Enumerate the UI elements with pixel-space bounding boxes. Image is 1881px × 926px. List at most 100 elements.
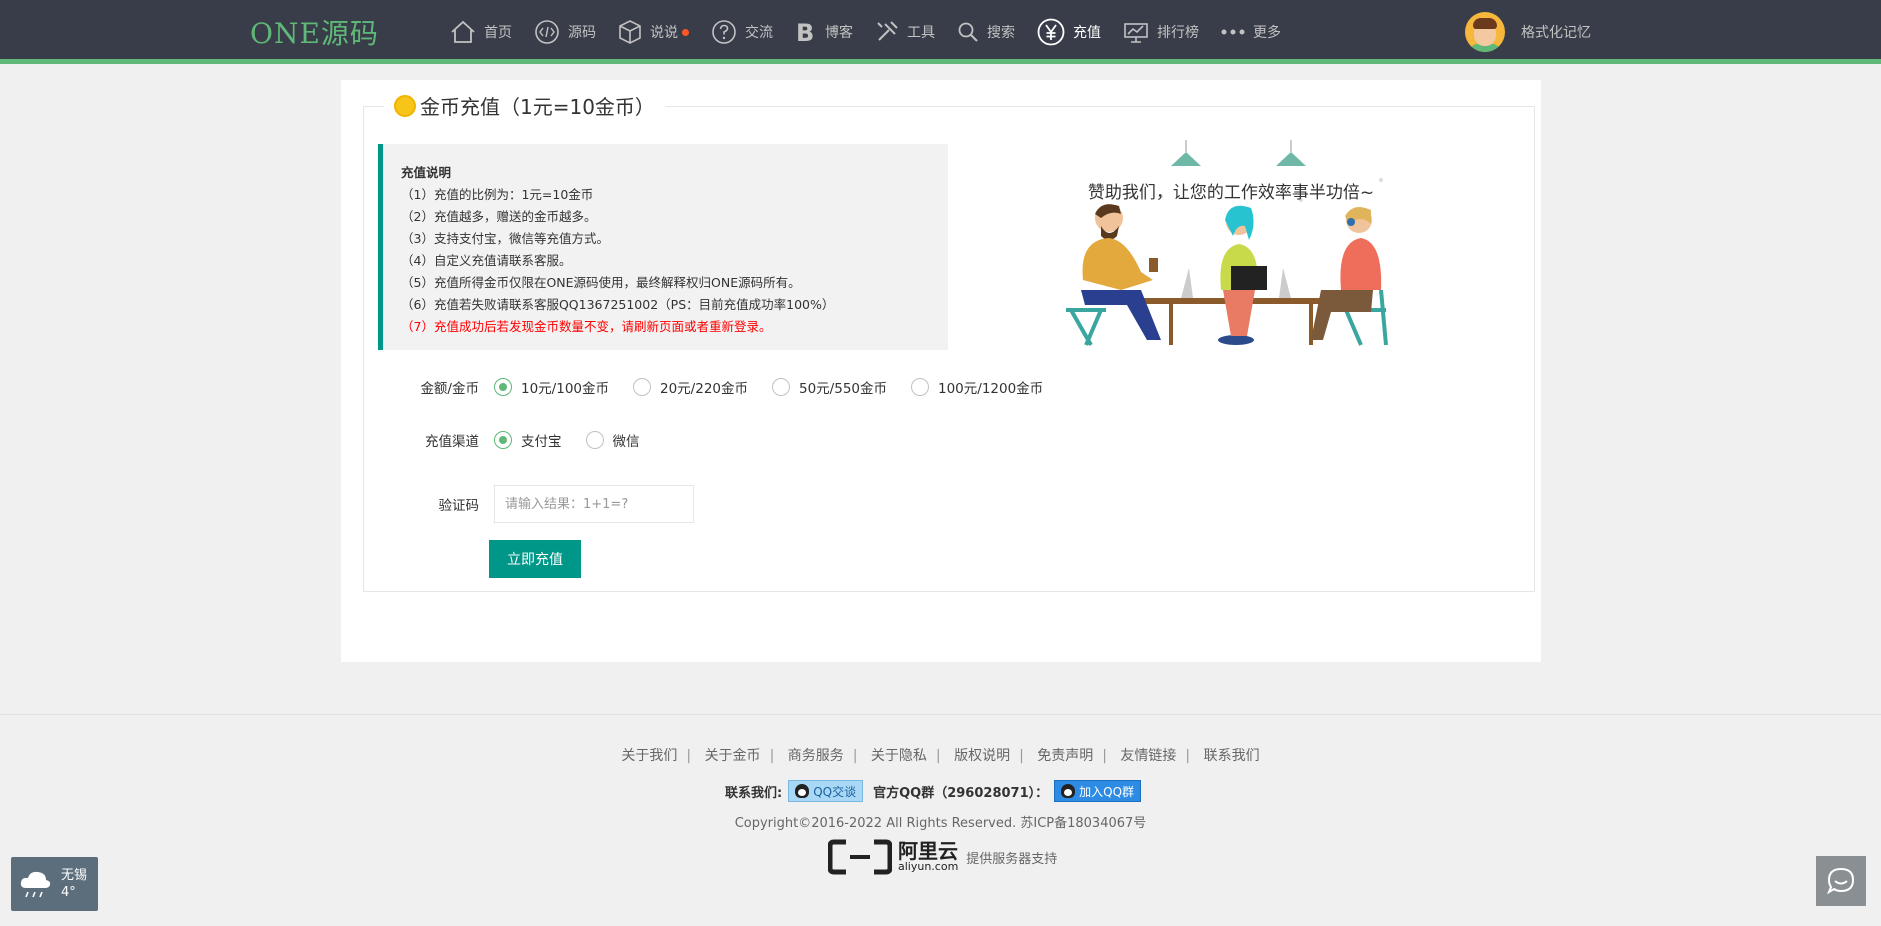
nav-label: 充值 <box>1073 25 1101 41</box>
footer-links: 关于我们 | 关于金币 | 商务服务 | 关于隐私 | 版权说明 | 免责声明 | 友情链接… <box>621 748 1260 764</box>
notice-item: （4）自定义充值请联系客服。 <box>401 253 572 268</box>
notice-warning: （7）充值成功后若发现金币数量不变，请刷新页面或者重新登录。 <box>401 319 772 334</box>
copyright: Copyright©2016-2022 All Rights Reserved.… <box>734 816 1147 831</box>
yen-icon <box>1037 18 1065 46</box>
notice-item: （5）充值所得金币仅限在ONE源码使用，最终解释权归ONE源码所有。 <box>401 275 801 290</box>
amount-option[interactable]: 20元/220金币 <box>633 377 748 397</box>
radio-unchecked-icon[interactable] <box>772 378 790 396</box>
nav-blog[interactable]: B 博客 <box>795 0 853 64</box>
search-icon <box>958 22 978 42</box>
qq-group-label: 官方QQ群（296028071）： <box>873 785 1049 801</box>
nav-label: 博客 <box>825 25 853 41</box>
top-header: ONE源码 首页 源码 说说 交流 B 博客 工具 搜索 充值 排行榜 更多 格… <box>0 0 1881 64</box>
join-qq-group-label: 加入QQ群 <box>1079 784 1135 799</box>
tools-icon <box>877 21 898 41</box>
team-working-illustration <box>1066 140 1388 346</box>
captcha-input[interactable] <box>494 485 694 523</box>
radio-unchecked-icon[interactable] <box>633 378 651 396</box>
footer-link[interactable]: 友情链接 <box>1120 748 1176 764</box>
footer-link[interactable]: 免责声明 <box>1037 748 1093 764</box>
channel-option-wechat[interactable]: 微信 <box>585 430 640 450</box>
submit-recharge-button[interactable]: 立即充值 <box>489 540 581 578</box>
nav-label: 工具 <box>907 25 935 41</box>
join-qq-group-button[interactable]: 加入QQ群 <box>1054 780 1142 802</box>
radio-checked-icon[interactable] <box>494 378 512 396</box>
radio-unchecked-icon[interactable] <box>911 378 929 396</box>
notice-item: （6）充值若失败请联系客服QQ1367251002（PS：目前充值成功率100%… <box>401 297 835 312</box>
aliyun-name: 阿里云 <box>898 839 958 863</box>
weather-temp: 4° <box>61 885 76 900</box>
footer-divider <box>0 714 1881 715</box>
amount-option[interactable]: 100元/1200金币 <box>911 377 1043 397</box>
coin-icon <box>394 94 416 117</box>
nav-code[interactable]: 源码 <box>534 0 596 64</box>
cube-icon <box>619 20 641 44</box>
channel-option-alipay[interactable]: 支付宝 <box>494 430 562 450</box>
footer-link[interactable]: 联系我们 <box>1204 748 1260 764</box>
aliyun-logo-icon <box>828 839 892 875</box>
notice-item: （2）充值越多，赠送的金币越多。 <box>401 209 597 224</box>
amount-row: 金额/金币 10元/100金币 20元/220金币 50元/550金币 100元… <box>381 377 1067 397</box>
radio-checked-icon[interactable] <box>494 431 512 449</box>
captcha-label: 验证码 <box>438 498 480 514</box>
nav-label: 说说 <box>650 25 678 41</box>
footer-link[interactable]: 关于隐私 <box>871 748 927 764</box>
amount-option-label: 10元/100金币 <box>521 381 609 397</box>
contact-label: 联系我们: <box>725 785 783 801</box>
amount-option-label: 50元/550金币 <box>799 381 887 397</box>
weather-widget[interactable]: 无锡 4° <box>11 857 98 911</box>
nav-home[interactable]: 首页 <box>450 0 512 64</box>
site-logo[interactable]: ONE源码 <box>250 12 379 52</box>
nav-more[interactable]: 更多 <box>1221 0 1281 64</box>
qq-chat-button[interactable]: QQ交谈 <box>788 780 864 802</box>
nav-label: 交流 <box>745 25 773 41</box>
code-icon <box>535 20 559 44</box>
nav-recharge[interactable]: 充值 <box>1037 0 1101 64</box>
user-menu[interactable]: 格式化记忆 <box>1465 12 1591 52</box>
amount-option[interactable]: 10元/100金币 <box>494 377 609 397</box>
amount-label: 金额/金币 <box>420 381 479 397</box>
legend-title: 金币充值（1元=10金币） <box>420 95 655 119</box>
captcha-row: 验证码 <box>381 485 694 523</box>
channel-label: 充值渠道 <box>425 434 479 450</box>
footer-link[interactable]: 关于我们 <box>621 748 677 764</box>
nav-leaderboard[interactable]: 排行榜 <box>1123 0 1199 64</box>
username[interactable]: 格式化记忆 <box>1521 22 1591 42</box>
home-icon <box>451 20 475 43</box>
nav-shuoshuo[interactable]: 说说 <box>618 0 689 64</box>
amount-option[interactable]: 50元/550金币 <box>772 377 887 397</box>
nav-label: 源码 <box>568 25 596 41</box>
qq-chat-label: QQ交谈 <box>813 784 857 799</box>
more-dots-icon <box>1221 29 1245 35</box>
notice-item: （3）支持支付宝，微信等充值方式。 <box>401 231 609 246</box>
footer-link[interactable]: 商务服务 <box>788 748 844 764</box>
notice-title: 充值说明 <box>401 165 452 180</box>
blog-b-icon: B <box>796 19 814 45</box>
nav-label: 首页 <box>484 25 512 41</box>
footer-link[interactable]: 版权说明 <box>954 748 1010 764</box>
avatar[interactable] <box>1465 12 1505 52</box>
weather-city: 无锡 <box>61 868 88 883</box>
main-nav: 首页 源码 说说 交流 B 博客 工具 搜索 充值 排行榜 更多 <box>450 0 1303 64</box>
amount-option-label: 100元/1200金币 <box>938 381 1044 397</box>
aliyun-text: 阿里云 aliyun.com <box>898 841 958 873</box>
footer-link[interactable]: 关于金币 <box>705 748 761 764</box>
svg-text:B: B <box>796 19 814 45</box>
nav-tools[interactable]: 工具 <box>875 0 935 64</box>
notification-dot <box>682 28 689 36</box>
customer-service-button[interactable] <box>1816 856 1866 906</box>
radio-unchecked-icon[interactable] <box>585 431 604 449</box>
qq-penguin-icon <box>795 784 810 798</box>
nav-exchange[interactable]: 交流 <box>711 0 773 64</box>
nav-search[interactable]: 搜索 <box>957 0 1015 64</box>
nav-label: 更多 <box>1253 25 1281 41</box>
channel-row: 充值渠道 支付宝 微信 <box>381 430 664 450</box>
channel-option-label: 微信 <box>612 434 640 450</box>
amount-option-label: 20元/220金币 <box>660 381 748 397</box>
channel-option-label: 支付宝 <box>521 434 562 450</box>
recharge-panel: 金币充值（1元=10金币） 充值说明 （1）充值的比例为：1元=10金币 （2）… <box>341 80 1541 662</box>
aliyun-badge[interactable]: 阿里云 aliyun.com 提供服务器支持 <box>828 838 1057 876</box>
nav-label: 排行榜 <box>1157 25 1199 41</box>
qq-group-icon <box>1061 784 1076 798</box>
recharge-notice: 充值说明 （1）充值的比例为：1元=10金币 （2）充值越多，赠送的金币越多。 … <box>378 144 948 350</box>
